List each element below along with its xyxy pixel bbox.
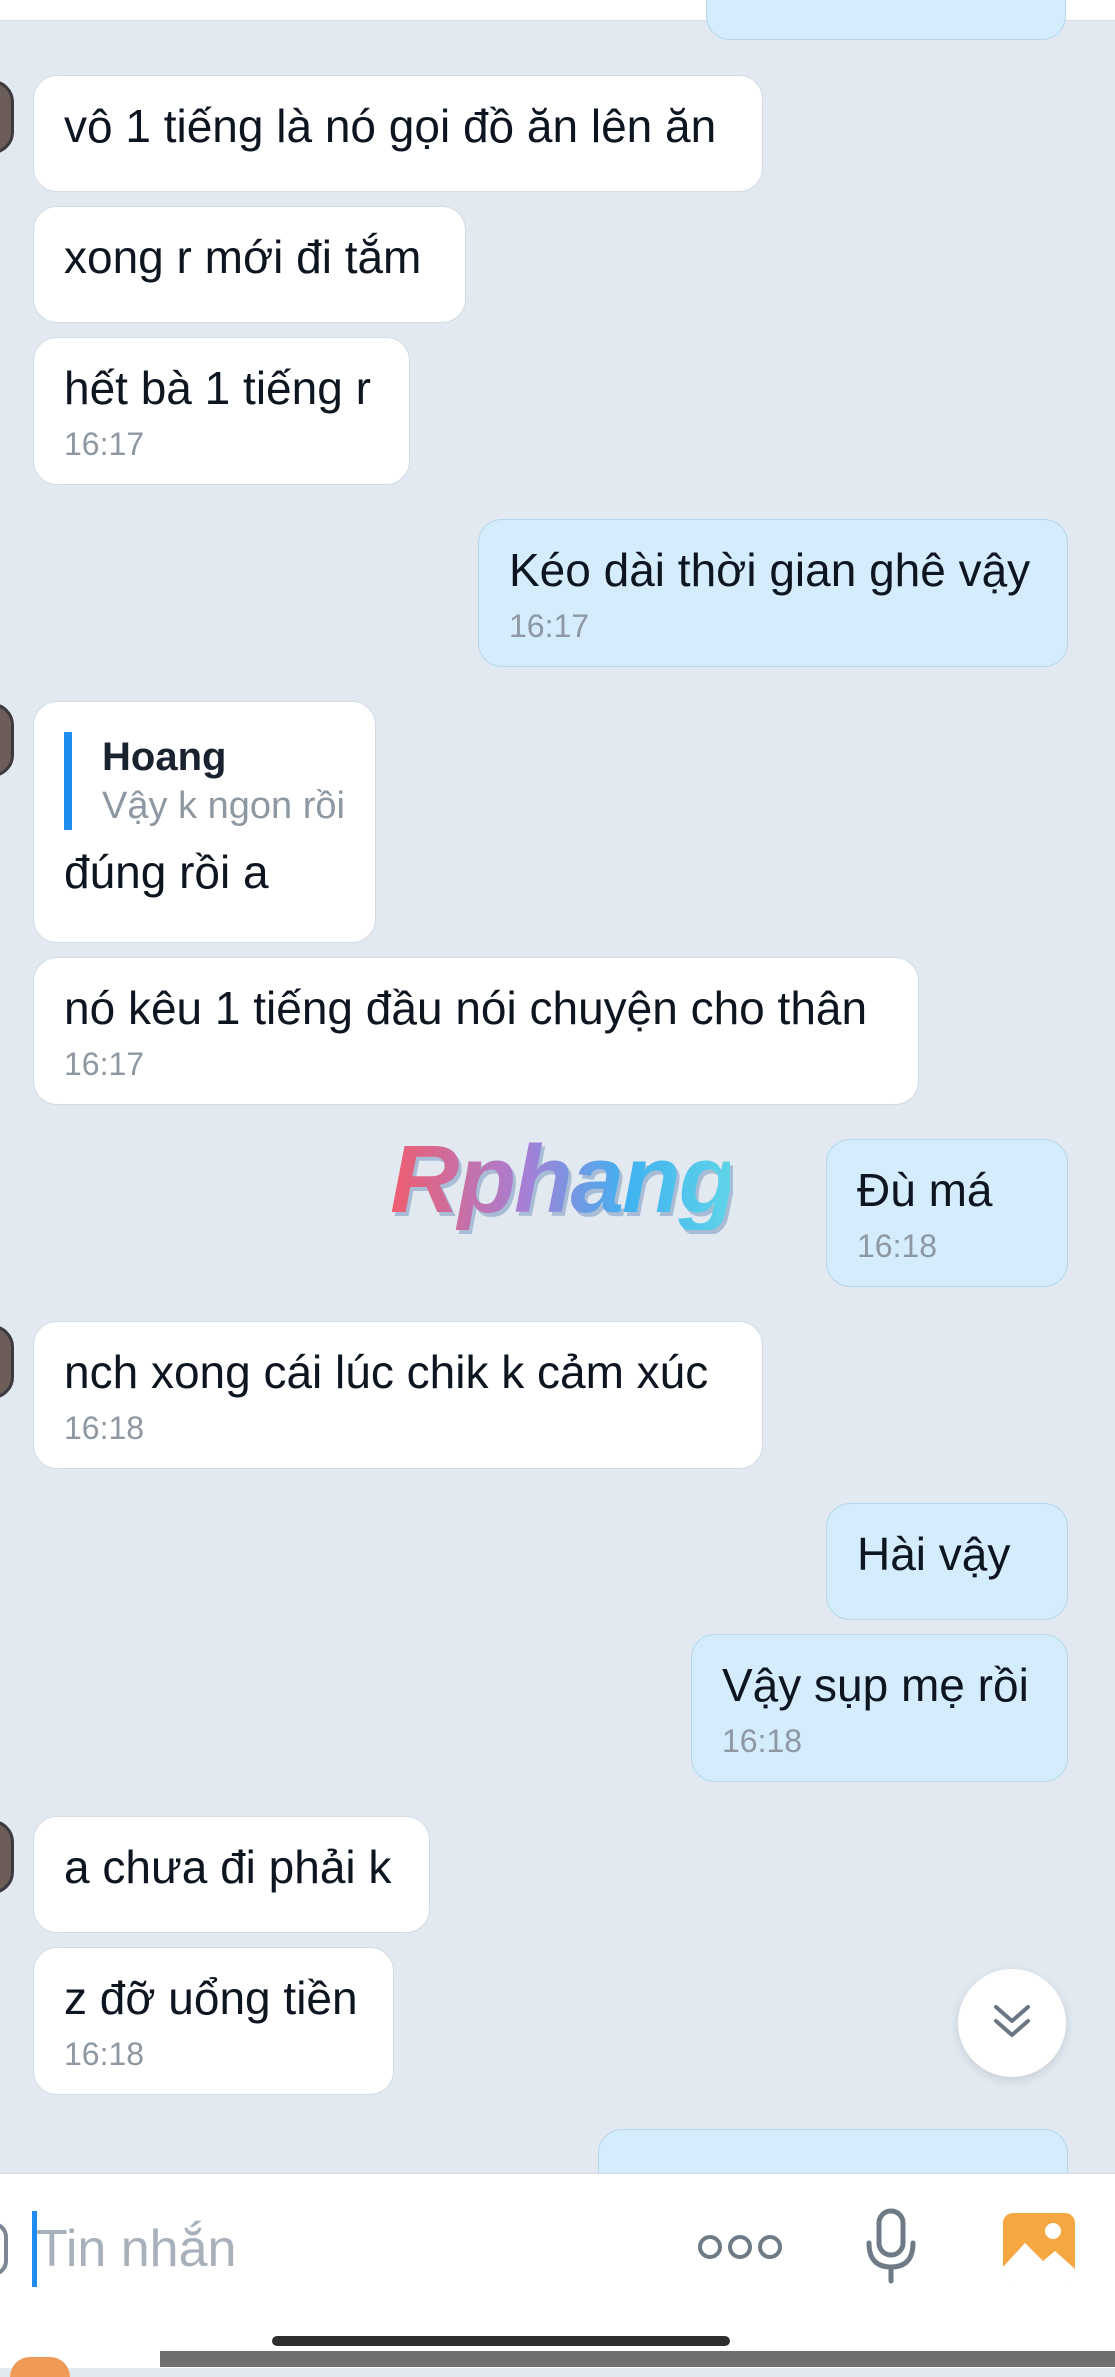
- reply-quote[interactable]: Hoang Vậy k ngon rồi: [64, 732, 345, 830]
- message-time: 16:17: [64, 1046, 145, 1082]
- message-time: 16:17: [64, 426, 145, 462]
- reply-quote-sender: Hoang: [102, 735, 227, 779]
- message-text: Vậy sụp mẹ rồi: [722, 1659, 1029, 1711]
- message-bubble-incoming[interactable]: xong r mới đi tắm: [33, 206, 466, 323]
- status-indicator: [10, 2357, 70, 2377]
- message-input[interactable]: [36, 2214, 636, 2284]
- contact-avatar[interactable]: [0, 80, 14, 154]
- more-dots-icon: [698, 2232, 782, 2267]
- message-text: hết bà 1 tiếng r: [64, 362, 371, 414]
- message-text: Hài vậy: [857, 1528, 1011, 1580]
- message-text: nó kêu 1 tiếng đầu nói chuyện cho thân: [64, 982, 868, 1034]
- bottom-system-bar: [160, 2351, 1115, 2367]
- message-text: Đù má: [857, 1164, 993, 1216]
- message-time: 16:18: [722, 1723, 803, 1759]
- message-bubble-outgoing[interactable]: Vậy sụp mẹ rồi 16:18: [691, 1634, 1068, 1782]
- message-time: 16:18: [857, 1228, 938, 1264]
- message-text: a chưa đi phải k: [64, 1841, 392, 1893]
- message-time: 16:18: [64, 1410, 145, 1446]
- message-text: vô 1 tiếng là nó gọi đồ ăn lên ăn: [64, 100, 717, 152]
- scroll-to-bottom-button[interactable]: [958, 1969, 1066, 2077]
- message-bubble-incoming[interactable]: hết bà 1 tiếng r 16:17: [33, 337, 410, 485]
- message-bubble-incoming[interactable]: z đỡ uổng tiền 16:18: [33, 1947, 394, 2095]
- emoji-icon[interactable]: [0, 2222, 8, 2276]
- message-bubble-outgoing[interactable]: Đù má 16:18: [826, 1139, 1068, 1287]
- chevron-double-down-icon: [990, 1999, 1034, 2048]
- contact-avatar[interactable]: [0, 1820, 14, 1894]
- message-bubble-incoming[interactable]: vô 1 tiếng là nó gọi đồ ăn lên ăn: [33, 75, 763, 192]
- message-bubble-incoming[interactable]: nch xong cái lúc chik k cảm xúc 16:18: [33, 1321, 763, 1469]
- message-bubble-outgoing[interactable]: Hài vậy: [826, 1503, 1068, 1620]
- message-bubble-outgoing[interactable]: [706, 0, 1066, 40]
- watermark-logo: Rphang: [390, 1126, 737, 1233]
- message-time: 16:18: [64, 2036, 145, 2072]
- message-time: 16:17: [509, 608, 590, 644]
- contact-avatar[interactable]: [0, 703, 14, 777]
- message-text: đúng rồi a: [64, 846, 269, 898]
- message-text: Kéo dài thời gian ghê vậy: [509, 544, 1031, 596]
- more-button[interactable]: [696, 2214, 784, 2284]
- reply-quote-text: Vậy k ngon rồi: [102, 785, 345, 827]
- message-bubble-incoming[interactable]: a chưa đi phải k: [33, 1816, 430, 1933]
- message-bubble-incoming[interactable]: nó kêu 1 tiếng đầu nói chuyện cho thân 1…: [33, 957, 919, 1105]
- message-bubble-outgoing[interactable]: Kéo dài thời gian ghê vậy 16:17: [478, 519, 1068, 667]
- home-indicator[interactable]: [272, 2336, 730, 2346]
- image-button[interactable]: [1000, 2211, 1078, 2287]
- message-text: xong r mới đi tắm: [64, 231, 422, 283]
- text-cursor: [32, 2211, 37, 2287]
- image-gallery-icon: [1001, 2211, 1077, 2288]
- contact-avatar[interactable]: [0, 1325, 14, 1399]
- voice-button[interactable]: [855, 2206, 927, 2292]
- microphone-icon: [861, 2207, 921, 2292]
- message-text: z đỡ uổng tiền: [64, 1972, 358, 2024]
- message-text: nch xong cái lúc chik k cảm xúc: [64, 1346, 709, 1398]
- message-bubble-incoming[interactable]: Hoang Vậy k ngon rồi đúng rồi a: [33, 701, 376, 943]
